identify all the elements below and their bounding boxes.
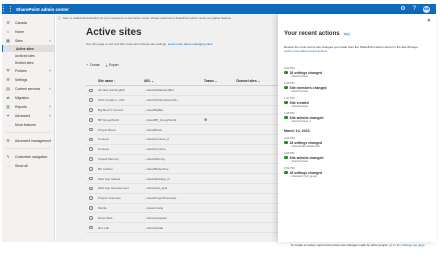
sidebar-item-label: Home bbox=[15, 29, 25, 34]
sidebar-item-settings[interactable]: ⚙ Settings bbox=[2, 75, 54, 84]
chevron-down-icon[interactable]: ˅ bbox=[49, 105, 51, 109]
action-item[interactable]: 3:51 PM ✓ 18 settings changed .../sites/web… bbox=[284, 165, 430, 180]
actions-list: 4:23 PM ✓ 18 settings changed .../sites/Con… bbox=[284, 65, 430, 180]
chevron-down-icon[interactable]: ˅ bbox=[49, 87, 51, 91]
chevron-down-icon[interactable]: ˅ bbox=[49, 69, 51, 73]
sidebar-divider bbox=[6, 132, 50, 133]
sidebar-item-advanced[interactable]: ✦ Advanced ˅ bbox=[2, 111, 54, 120]
check-icon: ✓ bbox=[284, 85, 288, 90]
advanced-management-icon: ⚙ bbox=[6, 138, 10, 143]
sidebar-item-label: Show all bbox=[15, 163, 28, 168]
chevron-up-icon[interactable]: ˄ bbox=[49, 39, 51, 43]
sidebar-subitem-active-sites[interactable]: Active sites bbox=[2, 45, 54, 52]
sidebar-item-content-services[interactable]: ▤ Content services ˅ bbox=[2, 84, 54, 93]
sidebar-item-label: Policies bbox=[15, 68, 27, 73]
sidebar-item-label: Reports bbox=[15, 104, 27, 109]
action-item[interactable]: 4:41 PM ✓ 18 settings changed .../sites/Adv… bbox=[284, 135, 430, 150]
check-icon: ✓ bbox=[284, 140, 288, 145]
action-item[interactable]: 1:54 PM ✓ Site members changed .../sites/Co… bbox=[284, 80, 430, 95]
reports-icon: ▥ bbox=[6, 104, 10, 109]
action-url: .../sites/web_fcol_group bbox=[289, 175, 317, 178]
settings-icon[interactable]: ⚙ bbox=[400, 6, 405, 12]
sidebar-item-canada[interactable]: ☰ Canada bbox=[2, 18, 54, 27]
sidebar-subitem-archived-sites[interactable]: Archived sites bbox=[2, 52, 54, 59]
settings-icon: ⚙ bbox=[6, 77, 10, 82]
action-title: Site members changed bbox=[289, 85, 327, 90]
action-url: .../sites/Contoso bbox=[289, 75, 309, 78]
waffle-icon[interactable]: ⋮⋮ bbox=[0, 4, 14, 14]
canada-icon: ☰ bbox=[6, 20, 10, 25]
action-url: .../sites/Contoso bbox=[289, 90, 309, 93]
sidebar-item-show-all[interactable]: … Show all bbox=[2, 161, 54, 170]
sidebar-item-more-features[interactable]: … More features bbox=[2, 120, 54, 129]
sidebar-item-home[interactable]: ⌂ Home bbox=[2, 27, 54, 36]
sites-icon: ▦ bbox=[6, 38, 10, 43]
sidebar-item-label: Migration bbox=[15, 95, 29, 100]
action-title: Site admins changed bbox=[289, 115, 324, 120]
sidebar-item-policies[interactable]: ⛨ Policies ˅ bbox=[2, 66, 54, 75]
app-title[interactable]: SharePoint admin center bbox=[16, 7, 69, 12]
check-icon: ✓ bbox=[284, 115, 288, 120]
recent-actions-panel: ✕ Your recent actions Beta Review the mo… bbox=[278, 14, 436, 247]
action-title: 18 settings changed bbox=[289, 140, 323, 145]
sidebar-item-advanced-management[interactable]: ⚙ Advanced management bbox=[2, 136, 54, 145]
sidebar-item-label: Advanced management bbox=[15, 138, 51, 143]
panel-description: Review the most recent site changes you … bbox=[284, 45, 424, 53]
help-icon[interactable]: ? bbox=[413, 6, 416, 12]
action-url: .../sites/Contoso bbox=[289, 160, 309, 163]
sidebar: ☰ Canada ⌂ Home ▦ Sites ˄ Active sites Archived… bbox=[2, 14, 55, 242]
check-icon: ✓ bbox=[284, 170, 288, 175]
action-title: Site admins changed bbox=[289, 155, 324, 160]
preview-badge: Beta bbox=[342, 32, 351, 36]
close-icon[interactable]: ✕ bbox=[427, 18, 431, 24]
sidebar-divider bbox=[6, 148, 50, 149]
avatar[interactable]: MB bbox=[423, 5, 430, 13]
action-url: .../sites/Contoso_2 bbox=[289, 120, 311, 123]
sidebar-item-label: Canada bbox=[15, 20, 27, 25]
date-heading: March 14, 2023 bbox=[284, 129, 310, 133]
home-icon: ⌂ bbox=[6, 29, 10, 34]
sidebar-item-migration[interactable]: ⇄ Migration bbox=[2, 93, 54, 102]
check-icon: ✓ bbox=[284, 70, 288, 75]
sidebar-item-label: More features bbox=[15, 122, 36, 127]
policies-icon: ⛨ bbox=[6, 68, 10, 73]
sidebar-item-label: Sites bbox=[15, 38, 23, 43]
action-title: 18 settings changed bbox=[289, 70, 323, 75]
check-icon: ✓ bbox=[284, 155, 288, 160]
sidebar-subitem-deleted-sites[interactable]: Deleted sites bbox=[2, 59, 54, 66]
panel-overlay[interactable] bbox=[56, 14, 278, 242]
sidebar-item-label: Content services bbox=[15, 86, 41, 91]
sidebar-item-label: Customize navigation bbox=[15, 154, 48, 159]
chevron-down-icon[interactable]: ˅ bbox=[49, 114, 51, 118]
recent-actions-learn-more-link[interactable]: Learn more about recent actions bbox=[284, 49, 424, 53]
more-features-icon: … bbox=[6, 122, 10, 127]
panel-footer-text: To create a custom report and review sit… bbox=[290, 243, 389, 247]
panel-title: Your recent actions Beta bbox=[284, 31, 351, 37]
action-item[interactable]: 4:09 PM ✓ Site admins changed .../sites/Con… bbox=[284, 150, 430, 165]
top-bar: ⋮⋮ SharePoint admin center ⚙ ? MB bbox=[0, 4, 436, 14]
sidebar-item-reports[interactable]: ▥ Reports ˅ bbox=[2, 102, 54, 111]
panel-title-text: Your recent actions bbox=[284, 31, 340, 37]
panel-footer: To create a custom report and review sit… bbox=[284, 243, 432, 247]
customize-navigation-icon: ✎ bbox=[6, 154, 10, 159]
sidebar-item-label: Settings bbox=[15, 77, 28, 82]
sidebar-item-customize-navigation[interactable]: ✎ Customize navigation bbox=[2, 152, 54, 161]
change-log-link[interactable]: go to the Change log page. bbox=[389, 243, 425, 247]
advanced-icon: ✦ bbox=[6, 113, 10, 118]
action-item[interactable]: 4:23 PM ✓ 18 settings changed .../sites/Con… bbox=[284, 65, 430, 80]
sidebar-item-label: Advanced bbox=[15, 113, 31, 118]
action-title: Site created bbox=[289, 100, 309, 105]
show-all-icon: … bbox=[6, 163, 10, 168]
check-icon: ✓ bbox=[284, 100, 288, 105]
content-services-icon: ▤ bbox=[6, 86, 10, 91]
sidebar-item-sites[interactable]: ▦ Sites ˄ bbox=[2, 36, 54, 45]
action-item[interactable]: 1:36 PM ✓ Site admins changed .../sites/Con… bbox=[284, 110, 430, 125]
action-url: .../sites/AdvancedServices bbox=[289, 145, 320, 148]
action-item[interactable]: 1:37 PM ✓ Site created .../sites/Contoso bbox=[284, 95, 430, 110]
action-url: .../sites/Contoso bbox=[289, 105, 309, 108]
action-title: 18 settings changed bbox=[289, 170, 323, 175]
migration-icon: ⇄ bbox=[6, 95, 10, 100]
